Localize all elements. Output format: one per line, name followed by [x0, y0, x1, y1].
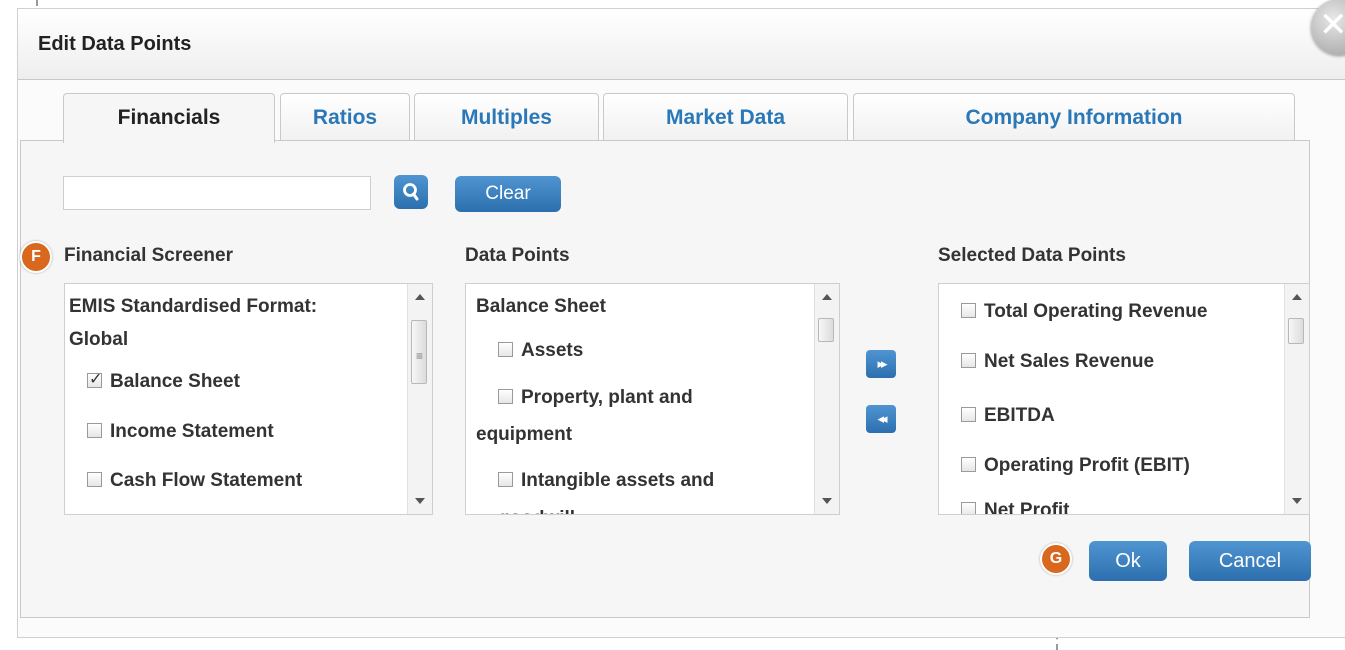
tab-financials[interactable]: Financials [63, 93, 275, 143]
scrollbar[interactable]: ≡ [407, 284, 432, 514]
tab-multiples[interactable]: Multiples [414, 93, 599, 141]
checkbox[interactable] [498, 342, 513, 357]
scroll-down-icon[interactable] [1292, 498, 1302, 504]
list-item: goodwill [498, 508, 575, 514]
financial-screener-list[interactable]: EMIS Standardised Format: Global Balance… [64, 283, 433, 515]
checkbox[interactable] [961, 303, 976, 318]
checkbox-checked[interactable] [87, 369, 102, 389]
remove-selected-button[interactable]: ◂◂ [866, 405, 896, 433]
list-item: equipment [476, 424, 573, 445]
checkbox[interactable] [498, 389, 513, 404]
checkbox[interactable] [961, 353, 976, 368]
list-item[interactable]: Cash Flow Statement [87, 470, 302, 492]
scroll-thumb[interactable] [1288, 318, 1304, 344]
list-item: EMIS Standardised Format: [69, 296, 318, 317]
list-item[interactable]: Intangible assets and [498, 470, 714, 492]
list-item: Balance Sheet [476, 296, 606, 317]
list-item: Global [69, 329, 129, 350]
cancel-button[interactable]: Cancel [1189, 541, 1311, 581]
annotation-marker-g: G [1040, 543, 1072, 575]
scroll-thumb[interactable] [818, 318, 834, 342]
selected-data-points-list[interactable]: Total Operating Revenue Net Sales Revenu… [938, 283, 1310, 515]
search-icon [403, 183, 419, 201]
list-item[interactable]: Operating Profit (EBIT) [961, 455, 1190, 477]
ok-button[interactable]: Ok [1089, 541, 1167, 581]
scrollbar[interactable] [814, 284, 839, 514]
tab-ratios[interactable]: Ratios [280, 93, 410, 141]
dialog-title: Edit Data Points [38, 33, 192, 55]
annotation-marker-f: F [20, 241, 52, 273]
scroll-down-icon[interactable] [415, 498, 425, 504]
search-button[interactable] [394, 175, 428, 209]
scroll-thumb[interactable]: ≡ [411, 320, 427, 384]
data-points-label: Data Points [465, 245, 570, 266]
list-item[interactable]: EBITDA [961, 405, 1055, 427]
checkbox[interactable] [498, 472, 513, 487]
dialog-titlebar: Edit Data Points [18, 9, 1345, 80]
scroll-up-icon[interactable] [822, 294, 832, 300]
scrollbar[interactable] [1284, 284, 1309, 514]
tab-company-information[interactable]: Company Information [853, 93, 1295, 141]
data-points-list[interactable]: Balance Sheet Assets Property, plant and… [465, 283, 840, 515]
list-item[interactable]: Income Statement [87, 421, 274, 443]
add-selected-button[interactable]: ▸▸ [866, 350, 896, 378]
double-left-arrow-icon: ◂◂ [877, 411, 887, 426]
clear-button[interactable]: Clear [455, 176, 561, 212]
checkbox[interactable] [961, 457, 976, 472]
scroll-up-icon[interactable] [415, 294, 425, 300]
list-item[interactable]: Net Sales Revenue [961, 351, 1154, 373]
financial-screener-label: Financial Screener [64, 245, 233, 266]
list-item[interactable]: Balance Sheet [87, 369, 240, 393]
checkbox[interactable] [87, 472, 102, 487]
list-item[interactable]: Property, plant and [498, 387, 693, 409]
list-item[interactable]: Assets [498, 340, 583, 362]
search-input[interactable] [63, 176, 371, 210]
double-right-arrow-icon: ▸▸ [877, 356, 887, 371]
scroll-up-icon[interactable] [1292, 294, 1302, 300]
close-icon: ✕ [1319, 6, 1345, 44]
grip-icon: ≡ [416, 349, 424, 363]
scroll-down-icon[interactable] [822, 498, 832, 504]
selected-data-points-label: Selected Data Points [938, 245, 1126, 266]
list-item[interactable]: Net Profit [961, 500, 1070, 514]
checkbox[interactable] [961, 407, 976, 422]
checkbox[interactable] [87, 423, 102, 438]
list-item[interactable]: Total Operating Revenue [961, 301, 1207, 323]
tab-market-data[interactable]: Market Data [603, 93, 848, 141]
checkbox[interactable] [961, 502, 976, 514]
